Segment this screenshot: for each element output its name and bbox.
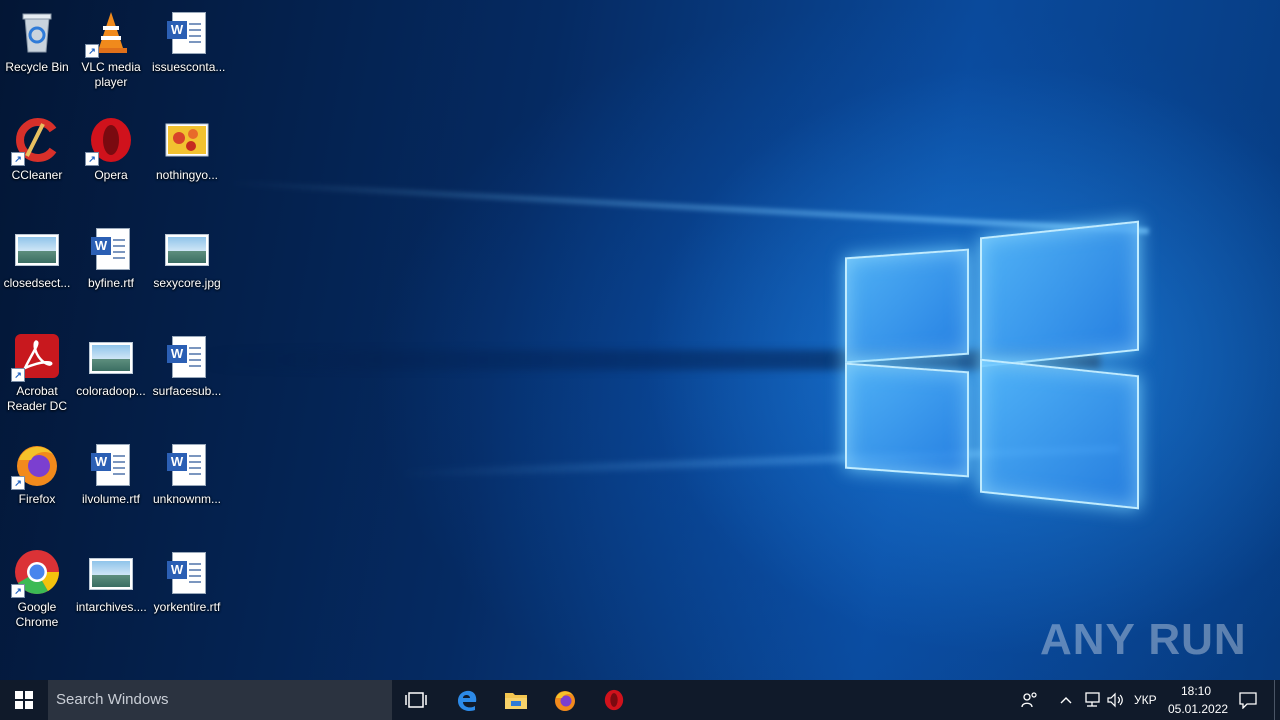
desktop-icon-unknownm[interactable]: W unknownm... (150, 434, 224, 507)
icon-label: Recycle Bin (5, 60, 69, 74)
notification-icon (1239, 692, 1257, 709)
image-file-icon (13, 224, 61, 272)
icon-label: Firefox (18, 492, 56, 506)
icon-label: Google Chrome (15, 600, 59, 629)
icon-label: closedsect... (3, 276, 71, 290)
logo-pane (980, 358, 1139, 510)
network-button[interactable] (1080, 680, 1104, 720)
icon-label: issuesconta... (152, 60, 226, 74)
network-icon (1085, 692, 1100, 707)
shortcut-arrow-icon: ↗ (11, 584, 25, 598)
shortcut-arrow-icon: ↗ (11, 152, 25, 166)
volume-button[interactable] (1104, 680, 1128, 720)
word-document-icon: W (163, 332, 211, 380)
action-center-button[interactable] (1228, 680, 1268, 720)
logo-pane (845, 248, 969, 364)
firefox-icon: ↗ (11, 440, 61, 490)
firefox-taskbar-button[interactable] (541, 680, 589, 720)
recycle-bin-icon (13, 8, 61, 56)
windows-logo-icon (15, 691, 33, 709)
icon-label: surfacesub... (152, 384, 222, 398)
icon-label: unknownm... (152, 492, 222, 506)
word-document-icon: W (163, 440, 211, 488)
desktop-icon-surfacesub[interactable]: W surfacesub... (150, 326, 224, 399)
chevron-up-icon (1060, 697, 1072, 704)
icon-label: yorkentire.rtf (153, 600, 221, 614)
image-file-icon (163, 116, 211, 164)
desktop-icon-chrome[interactable]: ↗ Google Chrome (0, 542, 74, 630)
show-desktop-button[interactable] (1274, 680, 1280, 720)
word-document-icon: W (87, 224, 135, 272)
edge-icon (458, 690, 477, 711)
desktop-icon-opera[interactable]: ↗ Opera (74, 110, 148, 183)
task-view-button[interactable] (392, 680, 440, 720)
desktop-icon-ccleaner[interactable]: ↗ CCleaner (0, 110, 74, 183)
start-button[interactable] (0, 680, 48, 720)
icon-label: sexycore.jpg (153, 276, 221, 290)
icon-label: byfine.rtf (87, 276, 135, 290)
desktop-icon-coloradoop[interactable]: coloradoop... (74, 326, 148, 399)
opera-icon: ↗ (85, 116, 135, 166)
desktop-icon-firefox[interactable]: ↗ Firefox (0, 434, 74, 507)
input-language[interactable]: УКР (1134, 693, 1157, 707)
search-placeholder: Search Windows (56, 691, 169, 708)
icon-label: coloradoop... (76, 384, 146, 398)
desktop-icon-byfine[interactable]: W byfine.rtf (74, 218, 148, 291)
shortcut-arrow-icon: ↗ (85, 152, 99, 166)
people-button[interactable] (1008, 680, 1052, 720)
icon-label: intarchives.... (76, 600, 147, 614)
logo-pane (980, 220, 1139, 368)
icon-label: nothingyo... (155, 168, 219, 182)
clock-date[interactable]: 05.01.2022 (1168, 702, 1228, 716)
people-icon (1021, 692, 1037, 708)
icon-label: Acrobat Reader DC (6, 384, 68, 413)
desktop-icon-acrobat[interactable]: ↗ Acrobat Reader DC (0, 326, 74, 414)
opera-icon (604, 689, 624, 711)
icon-label: Opera (94, 168, 128, 182)
desktop-icon-closedsect[interactable]: closedsect... (0, 218, 74, 291)
logo-pane (845, 362, 969, 478)
desktop-icon-sexycore[interactable]: sexycore.jpg (150, 218, 224, 291)
desktop[interactable]: Recycle Bin ↗ VLC media player W issuesc… (0, 0, 1280, 680)
desktop-icon-recycle-bin[interactable]: Recycle Bin (0, 2, 74, 75)
desktop-icon-yorkentire[interactable]: W yorkentire.rtf (150, 542, 224, 615)
clock-time[interactable]: 18:10 (1181, 684, 1211, 698)
opera-taskbar-button[interactable] (590, 680, 638, 720)
speaker-icon (1107, 692, 1123, 708)
chrome-icon: ↗ (11, 548, 61, 598)
icon-label: ilvolume.rtf (81, 492, 140, 506)
image-file-icon (87, 548, 135, 596)
anyrun-watermark: ANY RUN (1040, 615, 1247, 664)
search-box[interactable]: Search Windows (48, 680, 392, 720)
desktop-icon-issuescontact[interactable]: W issuesconta... (150, 2, 226, 75)
show-hidden-icons-button[interactable] (1056, 680, 1076, 720)
desktop-icon-ilvolume[interactable]: W ilvolume.rtf (74, 434, 148, 507)
desktop-icon-nothingyou[interactable]: nothingyo... (150, 110, 224, 183)
word-document-icon: W (163, 8, 211, 56)
image-file-icon (87, 332, 135, 380)
icon-label: VLC media player (81, 60, 141, 89)
vlc-cone-icon: ↗ (85, 8, 135, 58)
firefox-icon (555, 691, 575, 711)
acrobat-icon: ↗ (11, 332, 61, 382)
word-document-icon: W (87, 440, 135, 488)
wallpaper-windows-logo (845, 215, 1140, 510)
shortcut-arrow-icon: ↗ (11, 476, 25, 490)
icon-label: CCleaner (11, 168, 63, 182)
file-explorer-taskbar-button[interactable] (492, 680, 540, 720)
word-document-icon: W (163, 548, 211, 596)
image-file-icon (163, 224, 211, 272)
edge-taskbar-button[interactable] (443, 680, 491, 720)
ccleaner-icon: ↗ (11, 116, 61, 166)
task-view-icon (405, 692, 427, 708)
desktop-icon-vlc[interactable]: ↗ VLC media player (74, 2, 148, 90)
desktop-icon-intarchives[interactable]: intarchives.... (74, 542, 148, 615)
shortcut-arrow-icon: ↗ (85, 44, 99, 58)
shortcut-arrow-icon: ↗ (11, 368, 25, 382)
taskbar: Search Windows УКР 18:10 05.01.2022 (0, 680, 1280, 720)
folder-icon (505, 693, 527, 709)
